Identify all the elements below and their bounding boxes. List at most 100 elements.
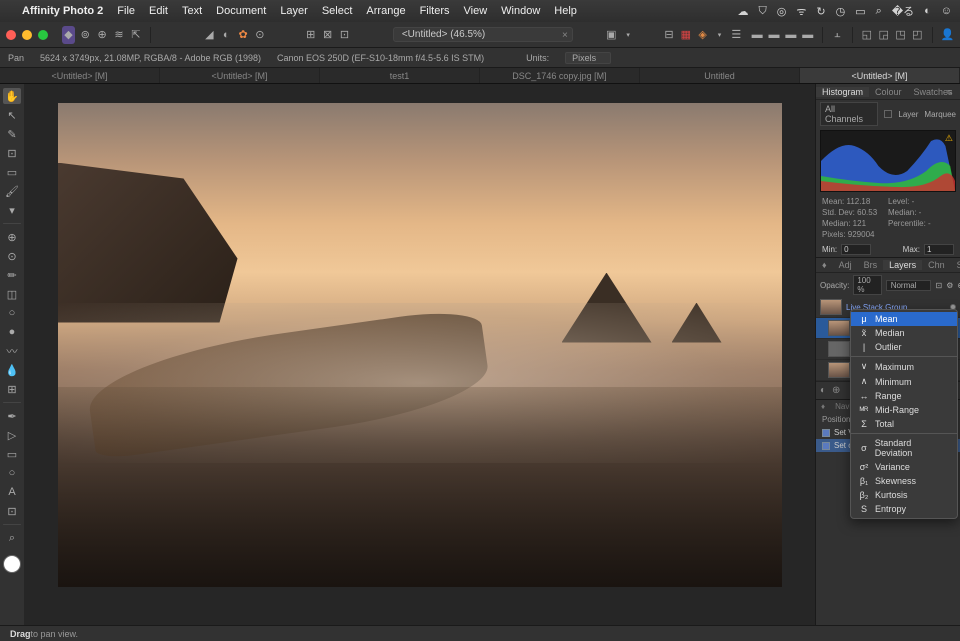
mesh-tool[interactable]: ⊞ <box>3 381 21 397</box>
crop-tool[interactable]: ⊡ <box>3 145 21 161</box>
panel-menu-icon[interactable]: ≡ <box>941 87 958 97</box>
grid-icon[interactable]: ⊞ <box>304 26 317 44</box>
autocolors-icon[interactable]: ✿ <box>237 26 250 44</box>
align1-icon[interactable]: ⫠ <box>831 26 844 44</box>
inpaint-tool[interactable]: ✏ <box>3 267 21 283</box>
stack-mode-mean[interactable]: μMean <box>851 312 957 326</box>
clock-icon[interactable]: ◷ <box>836 5 846 18</box>
stack-mode-skewness[interactable]: β₁Skewness <box>851 474 957 488</box>
order4-icon[interactable]: ▬ <box>801 26 814 44</box>
smudge-tool[interactable]: 〰 <box>3 343 21 359</box>
color-swatch[interactable] <box>3 555 21 573</box>
text-tool[interactable]: A <box>3 484 21 500</box>
insert1-icon[interactable]: ◱ <box>860 26 873 44</box>
blend-mode[interactable]: Normal <box>886 280 932 291</box>
tab-chn[interactable]: Chn <box>922 260 951 270</box>
channels-select[interactable]: All Channels <box>820 102 878 126</box>
stack-mode-entropy[interactable]: SEntropy <box>851 502 957 516</box>
burn-tool[interactable]: ● <box>3 324 21 340</box>
zoom-tool[interactable]: ⌕ <box>3 530 21 546</box>
clone-tool[interactable]: ⊙ <box>3 248 21 264</box>
wifi-icon[interactable]: ᯤ <box>796 4 806 19</box>
healing-tool[interactable]: ⊕ <box>3 229 21 245</box>
siri-icon[interactable]: ◐ <box>924 5 931 17</box>
stack-mode-mid-range[interactable]: ᴹᴿMid-Range <box>851 403 957 417</box>
arrange-dd[interactable]: ▾ <box>713 26 726 44</box>
arrange2-icon[interactable]: ▦ <box>679 26 692 44</box>
menu-arrange[interactable]: Arrange <box>366 5 405 17</box>
blur-tool[interactable]: 💧 <box>3 362 21 378</box>
mask-icon[interactable]: ◐ <box>820 385 826 396</box>
persona-export[interactable]: ⇱ <box>129 26 142 44</box>
adjust-icon[interactable]: ⊕ <box>832 385 840 396</box>
search-icon[interactable]: ⌕ <box>876 5 882 18</box>
dodge-tool[interactable]: ○ <box>3 305 21 321</box>
doc-tab[interactable]: <Untitled> [M] <box>160 68 320 83</box>
guides-icon[interactable]: ⊠ <box>321 26 334 44</box>
order3-icon[interactable]: ▬ <box>784 26 797 44</box>
tab-info[interactable]: ♦ <box>816 260 833 270</box>
gear-icon[interactable]: ⚙ <box>946 281 953 290</box>
menu-filters[interactable]: Filters <box>420 5 450 17</box>
shape-tool[interactable]: ▭ <box>3 446 21 462</box>
max-input[interactable] <box>924 244 954 255</box>
persona-tone[interactable]: ≋ <box>113 26 126 44</box>
doc-tab[interactable]: DSC_1746 copy.jpg [M] <box>480 68 640 83</box>
quickmask-dd[interactable]: ▾ <box>622 26 635 44</box>
quickmask-icon[interactable]: ▣ <box>605 26 618 44</box>
minimize-window[interactable] <box>22 30 32 40</box>
menu-edit[interactable]: Edit <box>149 5 168 17</box>
shield-icon[interactable]: ⛉ <box>759 5 767 18</box>
document-title[interactable]: <Untitled> (46.5%) × <box>393 27 573 42</box>
stack-mode-median[interactable]: x̃Median <box>851 326 957 340</box>
stack-mode-total[interactable]: ΣTotal <box>851 417 957 431</box>
tab-histogram[interactable]: Histogram <box>816 87 869 97</box>
persona-develop[interactable]: ⊕ <box>96 26 109 44</box>
menu-layer[interactable]: Layer <box>280 5 308 17</box>
control-icon[interactable]: �る <box>892 3 914 19</box>
order2-icon[interactable]: ▬ <box>768 26 781 44</box>
canvas[interactable] <box>58 103 782 587</box>
color-picker-tool[interactable]: ✎ <box>3 126 21 142</box>
doc-tab[interactable]: <Untitled> [M] <box>0 68 160 83</box>
stack-mode-kurtosis[interactable]: β₂Kurtosis <box>851 488 957 502</box>
persona-liquify[interactable]: ⊚ <box>79 26 92 44</box>
display-icon[interactable]: ▭ <box>855 5 865 18</box>
insert3-icon[interactable]: ◳ <box>894 26 907 44</box>
move-tool[interactable]: ↖ <box>3 107 21 123</box>
maximize-window[interactable] <box>38 30 48 40</box>
menu-text[interactable]: Text <box>182 5 202 17</box>
camera-icon[interactable]: ◎ <box>777 5 787 18</box>
ellipse-tool[interactable]: ○ <box>3 465 21 481</box>
selection-tool[interactable]: ▭ <box>3 164 21 180</box>
user-icon[interactable]: ☺ <box>941 5 952 17</box>
layer-check[interactable] <box>884 110 892 118</box>
tab-layers[interactable]: Layers <box>883 260 922 270</box>
stack-mode-maximum[interactable]: ∨Maximum <box>851 359 957 374</box>
stack-mode-minimum[interactable]: ∧Minimum <box>851 374 957 389</box>
arrange1-icon[interactable]: ⊟ <box>663 26 676 44</box>
frame-text-tool[interactable]: ⊡ <box>3 503 21 519</box>
account-icon[interactable]: 👤 <box>941 26 955 44</box>
hand-tool[interactable]: ✋ <box>3 88 21 104</box>
units-select[interactable]: Pixels <box>565 52 611 64</box>
pen-tool[interactable]: ✒ <box>3 408 21 424</box>
tab-adj[interactable]: Adj <box>833 260 858 270</box>
insert4-icon[interactable]: ◰ <box>911 26 924 44</box>
snap-icon[interactable]: ⊡ <box>338 26 351 44</box>
doc-tab[interactable]: test1 <box>320 68 480 83</box>
stack-mode-outlier[interactable]: |Outlier <box>851 340 957 354</box>
arrange3-icon[interactable]: ◈ <box>696 26 709 44</box>
eraser-tool[interactable]: ◫ <box>3 286 21 302</box>
flood-tool[interactable]: ▾ <box>3 202 21 218</box>
menu-document[interactable]: Document <box>216 5 266 17</box>
autolevels-icon[interactable]: ◢ <box>203 26 216 44</box>
tab-colour[interactable]: Colour <box>869 87 908 97</box>
autowhite-icon[interactable]: ⊙ <box>253 26 266 44</box>
doc-tab[interactable]: <Untitled> [M] <box>800 68 960 83</box>
lock-icon[interactable]: ⊡ <box>935 281 942 290</box>
stack-mode-variance[interactable]: σ²Variance <box>851 460 957 474</box>
stack-mode-range[interactable]: ↔Range <box>851 389 957 403</box>
persona-photo[interactable]: ◆ <box>62 26 75 44</box>
node-tool[interactable]: ▷ <box>3 427 21 443</box>
